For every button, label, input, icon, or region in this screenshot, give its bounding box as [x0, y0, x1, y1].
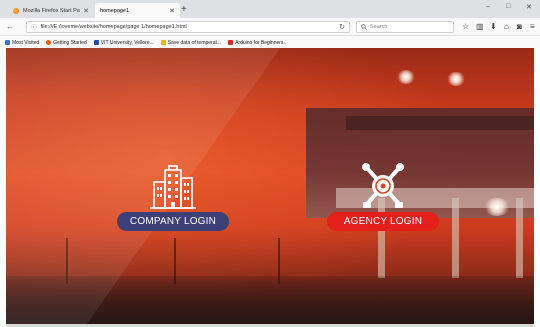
bookmark-label: Getting Started — [53, 39, 87, 46]
page-viewport: COMPANY LOGIN AGENCY LOGIN — [6, 48, 534, 324]
download-icon[interactable]: ⬇ — [490, 21, 497, 33]
star-icon[interactable]: ☆ — [462, 21, 469, 33]
window-close-button[interactable]: ✕ — [526, 3, 532, 11]
firefox-icon — [46, 40, 52, 45]
background-diagonal-overlay — [6, 48, 534, 324]
company-login-block: COMPANY LOGIN — [114, 162, 232, 231]
bookmark-label: Save data of temperat... — [167, 39, 222, 46]
menu-icon[interactable]: ≡ — [530, 21, 535, 33]
bookmark-save-data[interactable]: Save data of temperat... — [160, 39, 222, 46]
minimize-button[interactable]: – — [486, 3, 490, 10]
search-icon — [361, 24, 367, 30]
pocket-icon[interactable]: ◙ — [517, 21, 522, 33]
new-tab-button[interactable]: + — [181, 4, 187, 16]
bookmarks-bar: Most Visited Getting Started VIT Univers… — [0, 37, 540, 48]
restore-button[interactable]: □ — [506, 3, 510, 10]
bookmark-label: Most Visited — [12, 39, 40, 46]
info-icon[interactable]: ⓘ — [31, 23, 37, 31]
navigation-bar: ← ⓘ file:///E:/loveme/website/homepage/p… — [0, 18, 540, 36]
search-input[interactable]: Search — [356, 21, 454, 33]
tab-label: homepage1 — [100, 7, 130, 14]
tab-label: Mozilla Firefox Start Page — [23, 7, 81, 14]
bookmark-getting-started[interactable]: Getting Started — [46, 40, 87, 46]
back-button[interactable]: ← — [6, 21, 14, 33]
bookmark-folder-icon — [5, 40, 10, 45]
bookmark-arduino[interactable]: Arduino for Beginners... — [228, 40, 288, 46]
library-icon[interactable]: ▥ — [476, 21, 484, 33]
bookmark-most-visited[interactable]: Most Visited — [5, 40, 39, 46]
search-placeholder: Search — [370, 24, 388, 30]
agency-login-block: AGENCY LOGIN — [324, 162, 442, 231]
url-bar[interactable]: ⓘ file:///E:/loveme/website/homepage/pag… — [26, 21, 350, 33]
close-icon[interactable]: ✕ — [83, 7, 89, 15]
home-icon[interactable]: ⌂ — [504, 21, 509, 33]
reload-button[interactable]: ↻ — [339, 23, 345, 31]
building-icon — [150, 165, 196, 209]
vit-logo-icon — [93, 40, 99, 45]
tools-emblem-icon — [362, 163, 404, 208]
youtube-icon — [228, 40, 234, 45]
bookmark-vit[interactable]: VIT University, Vellore... — [93, 39, 154, 46]
tab-homepage1[interactable]: homepage1 ✕ — [95, 3, 180, 18]
url-text: file:///E:/loveme/website/homepage/page … — [40, 24, 187, 30]
tab-strip: Mozilla Firefox Start Page ✕ homepage1 ✕… — [0, 0, 540, 18]
agency-login-button[interactable]: AGENCY LOGIN — [327, 212, 439, 231]
bookmark-label: VIT University, Vellore... — [100, 39, 154, 46]
close-icon[interactable]: ✕ — [169, 7, 175, 15]
tab-firefox-start[interactable]: Mozilla Firefox Start Page ✕ — [8, 3, 94, 18]
folder-icon — [160, 40, 166, 45]
firefox-icon — [13, 7, 19, 14]
bookmark-label: Arduino for Beginners... — [235, 39, 288, 46]
company-login-button[interactable]: COMPANY LOGIN — [117, 212, 229, 231]
